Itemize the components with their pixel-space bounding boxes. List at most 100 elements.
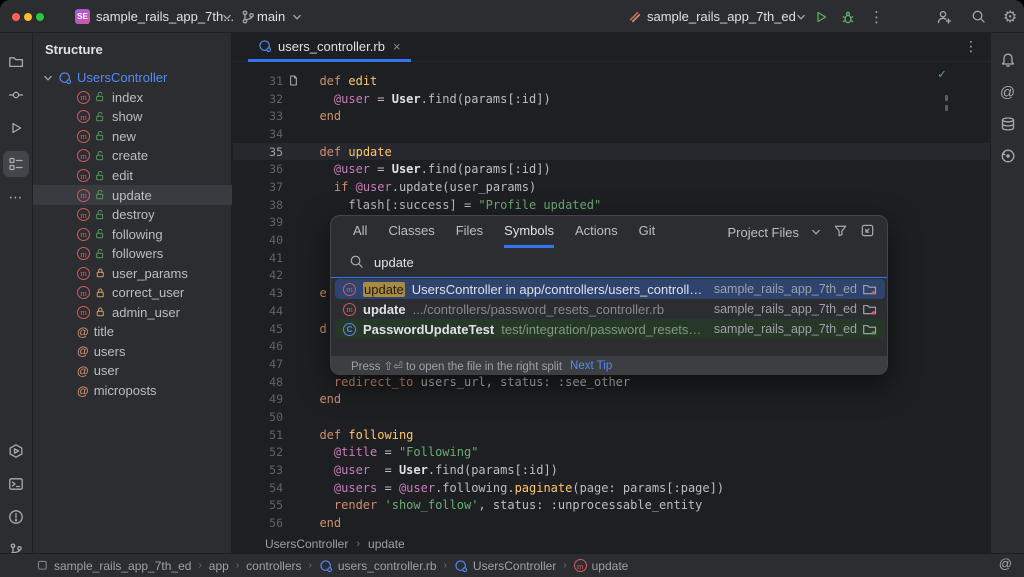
method-icon: m xyxy=(77,208,90,222)
code-line-36: 36 @user = User.find(params[:id]) xyxy=(233,160,990,178)
structure-item-label: show xyxy=(112,109,143,125)
structure-item-update[interactable]: m update xyxy=(33,185,232,205)
branch-chevron[interactable] xyxy=(292,0,302,33)
structure-item-user[interactable]: @ user xyxy=(33,361,232,381)
nav-item-controllers[interactable]: controllers xyxy=(246,559,301,573)
popup-tab-symbols[interactable]: Symbols xyxy=(504,216,555,248)
popup-tab-classes[interactable]: Classes xyxy=(388,216,434,248)
debug-button[interactable] xyxy=(840,0,856,33)
structure-item-title[interactable]: @ title xyxy=(33,322,232,342)
module-icon xyxy=(36,559,49,572)
tool-folder-icon[interactable] xyxy=(3,49,29,75)
filter-icon[interactable] xyxy=(833,223,848,241)
line-number: 49 xyxy=(269,392,283,407)
tool-more-icon[interactable]: ⋯ xyxy=(3,184,29,210)
public-lock-icon xyxy=(95,228,107,240)
tool-commit-icon[interactable] xyxy=(3,82,29,108)
ai-assistant-status-icon[interactable]: @ xyxy=(999,556,1012,571)
code-line-34: 34 xyxy=(233,125,990,143)
git-branch-icon xyxy=(240,0,256,33)
popup-tab-all[interactable]: All xyxy=(353,216,367,248)
structure-root-userscontroller[interactable]: UsersController xyxy=(33,68,232,88)
run-button[interactable] xyxy=(813,0,829,33)
structure-panel-title: Structure xyxy=(45,42,103,57)
settings-gear-icon[interactable]: ⚙ xyxy=(1003,0,1017,33)
method-icon: m xyxy=(77,266,90,280)
tool-structure-icon[interactable] xyxy=(3,151,29,177)
nav-item-sample_rails_app_7th_ed[interactable]: sample_rails_app_7th_ed xyxy=(36,559,191,573)
close-window-button[interactable] xyxy=(12,13,20,21)
nav-separator: › xyxy=(443,560,447,571)
open-in-window-icon[interactable] xyxy=(860,223,875,241)
nav-item-UsersController[interactable]: UsersController xyxy=(454,559,556,573)
chevron-down-icon[interactable] xyxy=(43,73,53,83)
more-actions-kebab-icon[interactable]: ⋮ xyxy=(869,0,884,33)
tool-ai-assistant-icon[interactable]: @ xyxy=(995,79,1021,105)
minimize-window-button[interactable] xyxy=(24,13,32,21)
structure-item-create[interactable]: m create xyxy=(33,146,232,166)
tool-problems-icon[interactable] xyxy=(3,504,29,530)
structure-item-edit[interactable]: m edit xyxy=(33,166,232,186)
tool-run-icon[interactable] xyxy=(3,115,29,141)
structure-item-users[interactable]: @ users xyxy=(33,342,232,362)
structure-item-label: following xyxy=(112,226,163,242)
nav-item-users_controller.rb[interactable]: users_controller.rb xyxy=(319,559,437,573)
structure-item-correct_user[interactable]: m correct_user xyxy=(33,283,232,303)
tool-database-icon[interactable] xyxy=(995,111,1021,137)
code-line-37: 37 if @user.update(user_params) xyxy=(233,178,990,196)
method-icon: m xyxy=(77,129,90,143)
structure-item-followers[interactable]: m followers xyxy=(33,244,232,264)
structure-tree: UsersController m index m show m new m create m ed… xyxy=(33,68,232,400)
structure-item-following[interactable]: m following xyxy=(33,224,232,244)
structure-item-new[interactable]: m new xyxy=(33,127,232,147)
run-config-chevron[interactable] xyxy=(796,0,806,33)
tool-services-icon[interactable] xyxy=(3,438,29,464)
method-icon: m xyxy=(77,149,90,163)
tool-terminal-icon[interactable] xyxy=(3,471,29,497)
result-name: PasswordUpdateTest xyxy=(363,321,495,337)
line-number: 44 xyxy=(269,303,283,318)
next-tip-link[interactable]: Next Tip xyxy=(570,360,612,372)
tool-endpoints-icon[interactable] xyxy=(995,143,1021,169)
line-number: 41 xyxy=(269,250,283,265)
close-tab-icon[interactable]: × xyxy=(393,39,401,54)
popup-tab-files[interactable]: Files xyxy=(456,216,483,248)
project-chevron[interactable] xyxy=(222,0,232,33)
title-bar: SE sample_rails_app_7th... main sample_r… xyxy=(0,0,1024,33)
tab-users-controller[interactable]: users_controller.rb × xyxy=(248,33,411,62)
scope-selector[interactable]: Project Files xyxy=(727,225,799,240)
code-with-me-icon[interactable] xyxy=(936,0,952,33)
structure-item-admin_user[interactable]: m admin_user xyxy=(33,303,232,323)
run-config-name[interactable]: sample_rails_app_7th_ed xyxy=(647,0,796,33)
result-location: test/integration/password_resets_test.rb xyxy=(501,321,707,337)
search-everywhere-popup: All Classes Files Symbols Actions Git Project… xyxy=(330,215,888,375)
zoom-window-button[interactable] xyxy=(36,13,44,21)
branch-name[interactable]: main xyxy=(257,0,285,33)
structure-item-index[interactable]: m index xyxy=(33,88,232,108)
scope-chevron[interactable] xyxy=(811,225,821,240)
breadcrumb-UsersController[interactable]: UsersController xyxy=(265,537,348,551)
structure-item-show[interactable]: m show xyxy=(33,107,232,127)
search-result-PasswordUpdateTest[interactable]: C PasswordUpdateTest test/integration/pass… xyxy=(335,319,885,339)
structure-item-label: users xyxy=(93,343,126,359)
popup-tab-actions[interactable]: Actions xyxy=(575,216,618,248)
ruby-class-icon xyxy=(58,71,72,85)
private-lock-icon xyxy=(95,287,107,299)
project-name[interactable]: sample_rails_app_7th... xyxy=(96,0,234,33)
search-result-update[interactable]: m update UsersController in app/controller… xyxy=(335,279,885,299)
method-icon: m xyxy=(343,282,356,296)
bookmark-icon[interactable] xyxy=(287,74,300,87)
tool-bell-icon[interactable] xyxy=(995,47,1021,73)
search-result-update[interactable]: m update .../controllers/password_resets_c… xyxy=(335,299,885,319)
structure-item-user_params[interactable]: m user_params xyxy=(33,263,232,283)
editor-options-kebab-icon[interactable]: ⋮ xyxy=(964,38,978,55)
search-everywhere-icon[interactable] xyxy=(971,0,986,33)
nav-item-app[interactable]: app xyxy=(209,559,229,573)
popup-search-field[interactable]: update xyxy=(331,248,887,278)
nav-item-update[interactable]: m update xyxy=(573,559,628,573)
line-number: 31 xyxy=(269,73,283,88)
popup-tab-git[interactable]: Git xyxy=(639,216,656,248)
breadcrumb-update[interactable]: update xyxy=(368,537,405,551)
structure-item-destroy[interactable]: m destroy xyxy=(33,205,232,225)
structure-item-microposts[interactable]: @ microposts xyxy=(33,381,232,401)
